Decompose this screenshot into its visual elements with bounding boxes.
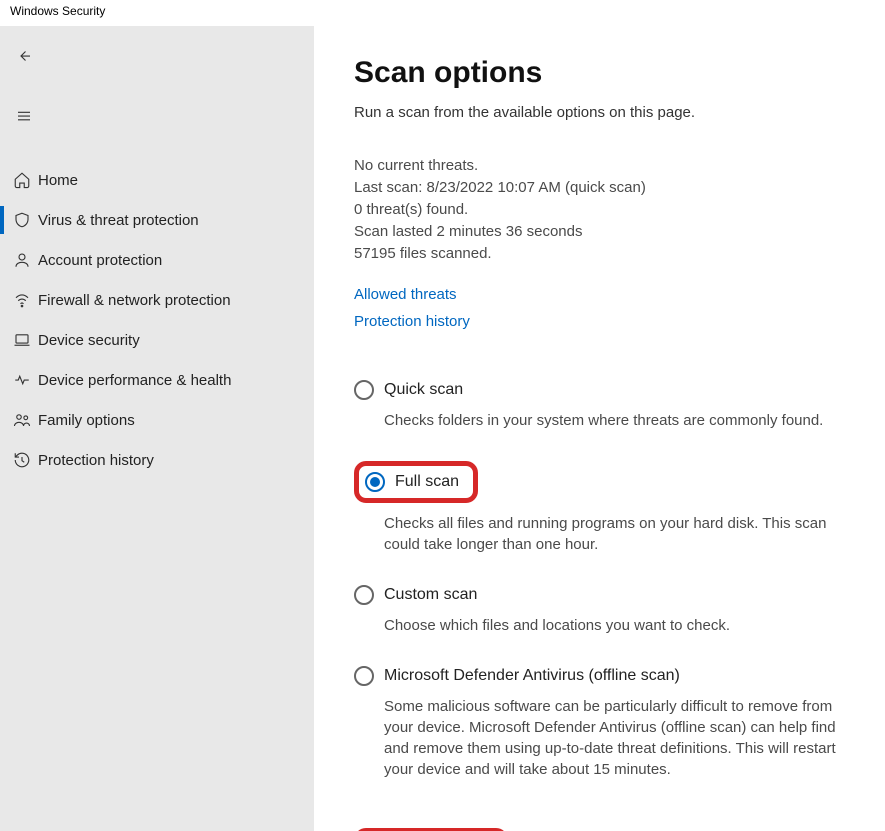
- arrow-left-icon: [15, 47, 33, 65]
- radio-offline-scan[interactable]: [354, 666, 374, 686]
- sidebar-item-label: Protection history: [38, 452, 154, 469]
- status-last-scan: Last scan: 8/23/2022 10:07 AM (quick sca…: [354, 177, 845, 198]
- option-desc: Some malicious software can be particula…: [384, 696, 845, 780]
- menu-button[interactable]: [4, 96, 44, 136]
- sidebar-item-label: Family options: [38, 412, 135, 429]
- radio-custom-scan[interactable]: [354, 585, 374, 605]
- status-duration: Scan lasted 2 minutes 36 seconds: [354, 221, 845, 242]
- option-desc: Choose which files and locations you wan…: [384, 615, 845, 636]
- status-threats-found: 0 threat(s) found.: [354, 199, 845, 220]
- main-content: Scan options Run a scan from the availab…: [314, 26, 885, 831]
- status-no-threats: No current threats.: [354, 155, 845, 176]
- hamburger-icon: [15, 107, 33, 125]
- option-full-scan[interactable]: Full scan Checks all files and running p…: [354, 461, 845, 555]
- link-allowed-threats[interactable]: Allowed threats: [354, 286, 845, 303]
- sidebar-item-virus-threat[interactable]: Virus & threat protection: [0, 200, 314, 240]
- status-block: No current threats. Last scan: 8/23/2022…: [354, 155, 845, 264]
- sidebar-item-home[interactable]: Home: [0, 160, 314, 200]
- sidebar-item-label: Account protection: [38, 252, 162, 269]
- person-icon: [13, 251, 31, 269]
- link-protection-history[interactable]: Protection history: [354, 313, 845, 330]
- home-icon: [13, 171, 31, 189]
- sidebar-item-label: Virus & threat protection: [38, 212, 199, 229]
- status-files-scanned: 57195 files scanned.: [354, 243, 845, 264]
- heartbeat-icon: [13, 371, 31, 389]
- sidebar-item-label: Home: [38, 172, 78, 189]
- window-title: Windows Security: [0, 0, 885, 26]
- option-label: Microsoft Defender Antivirus (offline sc…: [384, 667, 680, 685]
- sidebar-item-family[interactable]: Family options: [0, 400, 314, 440]
- laptop-icon: [13, 331, 31, 349]
- history-icon: [13, 451, 31, 469]
- shield-icon: [13, 211, 31, 229]
- sidebar-item-performance[interactable]: Device performance & health: [0, 360, 314, 400]
- option-label: Custom scan: [384, 586, 477, 604]
- people-icon: [13, 411, 31, 429]
- option-offline-scan[interactable]: Microsoft Defender Antivirus (offline sc…: [354, 666, 845, 780]
- sidebar-item-account[interactable]: Account protection: [0, 240, 314, 280]
- highlight-full-scan: Full scan: [354, 461, 478, 503]
- wifi-icon: [13, 291, 31, 309]
- option-desc: Checks all files and running programs on…: [384, 513, 845, 555]
- option-label: Quick scan: [384, 381, 463, 399]
- sidebar-item-label: Firewall & network protection: [38, 292, 231, 309]
- option-label: Full scan: [395, 473, 459, 491]
- sidebar-item-history[interactable]: Protection history: [0, 440, 314, 480]
- sidebar-item-label: Device performance & health: [38, 372, 231, 389]
- sidebar-item-device-security[interactable]: Device security: [0, 320, 314, 360]
- page-subtitle: Run a scan from the available options on…: [354, 104, 845, 121]
- back-button[interactable]: [4, 36, 44, 76]
- page-title: Scan options: [354, 56, 845, 90]
- option-quick-scan[interactable]: Quick scan Checks folders in your system…: [354, 380, 845, 431]
- sidebar-item-firewall[interactable]: Firewall & network protection: [0, 280, 314, 320]
- radio-full-scan[interactable]: [365, 472, 385, 492]
- option-custom-scan[interactable]: Custom scan Choose which files and locat…: [354, 585, 845, 636]
- radio-quick-scan[interactable]: [354, 380, 374, 400]
- sidebar: Home Virus & threat protection Account p…: [0, 26, 314, 831]
- sidebar-item-label: Device security: [38, 332, 140, 349]
- option-desc: Checks folders in your system where thre…: [384, 410, 845, 431]
